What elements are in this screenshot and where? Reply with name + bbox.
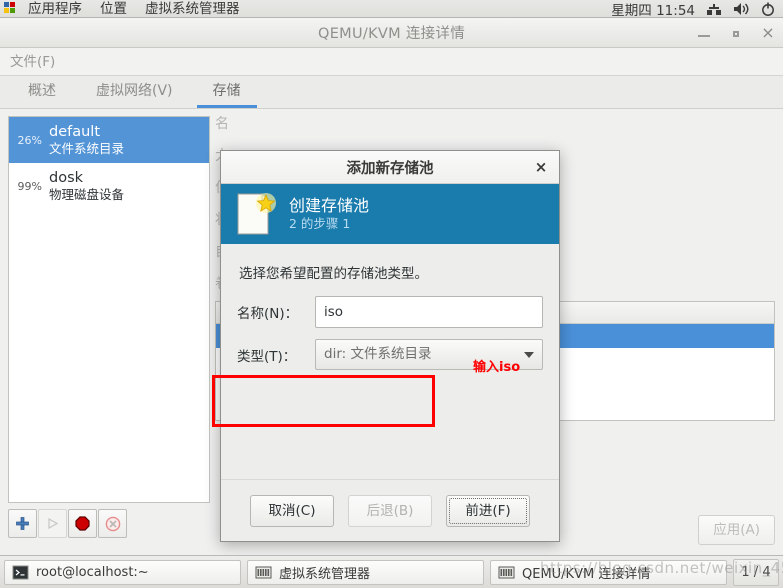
tab-strip: 概述 虚拟网络(V) 存储 <box>0 76 783 109</box>
tab-overview[interactable]: 概述 <box>8 76 76 108</box>
type-label: 类型(T)： <box>237 348 297 365</box>
plus-icon <box>16 517 29 530</box>
dialog-titlebar: 添加新存储池 × <box>221 151 559 184</box>
list-item[interactable]: 99% dosk 物理磁盘设备 <box>9 163 209 209</box>
virt-manager-icon <box>255 566 272 578</box>
window-titlebar: QEMU/KVM 连接详情 × <box>0 18 783 48</box>
window-title: QEMU/KVM 连接详情 <box>317 26 466 42</box>
close-icon[interactable]: × <box>761 25 775 41</box>
dialog-body: 选择您希望配置的存储池类型。 名称(N)： iso 类型(T)： dir: 文件… <box>212 244 559 508</box>
connection-details-window: QEMU/KVM 连接详情 × 文件(F) 概述 虚拟网络(V) 存储 26% <box>0 18 783 555</box>
taskbar-item-terminal[interactable]: root@localhost:~ <box>4 559 241 585</box>
storage-tab-panel: 26% default 文件系统目录 99% dosk 物理磁盘设备 名 应用(… <box>0 109 783 555</box>
tab-storage[interactable]: 存储 <box>193 76 261 108</box>
maximize-icon[interactable] <box>729 26 743 40</box>
name-input[interactable]: iso <box>315 296 543 328</box>
play-icon <box>48 517 59 530</box>
pool-type: 物理磁盘设备 <box>49 187 125 203</box>
dialog-banner-text: 创建存储池 2 的步骤 1 <box>289 196 369 232</box>
dialog-close-icon[interactable]: × <box>533 159 549 175</box>
dialog-banner: 创建存储池 2 的步骤 1 <box>221 184 559 244</box>
top-panel-menu-applications[interactable]: 应用程序 <box>19 0 91 17</box>
top-panel-status-area: 星期四 11:54 <box>611 0 783 18</box>
screen: 应用程序 位置 虚拟系统管理器 星期四 11:54 QEMU/KVM 连接详情 <box>0 0 783 588</box>
top-panel-menu-places[interactable]: 位置 <box>91 0 136 17</box>
minimize-icon[interactable] <box>697 26 711 40</box>
pool-usage-percent: 26% <box>17 133 42 147</box>
forward-button[interactable]: 前进(F) <box>446 494 530 527</box>
stop-icon <box>75 516 90 531</box>
workspace-switcher[interactable]: 1 / 4 <box>733 558 779 586</box>
back-button: 后退(B) <box>348 494 432 527</box>
annotation-highlight-box <box>212 375 435 427</box>
dialog-banner-heading: 创建存储池 <box>289 196 370 216</box>
top-panel-menus: 应用程序 位置 虚拟系统管理器 <box>0 0 249 17</box>
dialog-title: 添加新存储池 <box>346 160 434 177</box>
type-select-value: dir: 文件系统目录 <box>324 346 432 362</box>
add-storage-pool-dialog: 添加新存储池 × 创建存储池 2 的步骤 1 选择您希望配置的存储池类型。 名称… <box>212 150 560 542</box>
delete-icon <box>105 516 120 531</box>
dialog-prompt: 选择您希望配置的存储池类型。 <box>239 266 428 282</box>
list-item[interactable]: 26% default 文件系统目录 <box>9 117 209 163</box>
taskbar-item-virt-manager[interactable]: 虚拟系统管理器 <box>247 559 484 585</box>
virt-manager-icon <box>498 566 515 578</box>
window-content: 概述 虚拟网络(V) 存储 26% default 文件系统目录 99% dos… <box>0 76 783 555</box>
delete-pool-button[interactable] <box>98 509 127 538</box>
dialog-button-bar: 取消(C) 后退(B) 前进(F) <box>221 479 559 541</box>
dialog-banner-subheading: 2 的步骤 1 <box>289 216 351 232</box>
terminal-icon <box>12 565 29 579</box>
new-pool-icon <box>237 192 276 235</box>
applications-logo-icon <box>4 2 17 15</box>
name-label: 名称(N)： <box>237 306 299 322</box>
menubar: 文件(F) <box>0 48 783 76</box>
cancel-button[interactable]: 取消(C) <box>250 494 334 527</box>
tab-virtual-networks[interactable]: 虚拟网络(V) <box>76 76 193 108</box>
menu-file[interactable]: 文件(F) <box>0 48 65 76</box>
network-icon[interactable] <box>706 2 722 16</box>
top-panel-menu-virt-manager[interactable]: 虚拟系统管理器 <box>136 0 249 17</box>
stop-pool-button[interactable] <box>68 509 97 538</box>
pool-usage-percent: 99% <box>17 179 42 193</box>
apply-button: 应用(A) <box>698 515 775 545</box>
pool-labels: default 文件系统目录 <box>49 124 124 156</box>
apply-bar: 应用(A) <box>698 515 775 545</box>
taskbar-item-label: root@localhost:~ <box>36 564 149 580</box>
name-field-row: 名称(N)： iso <box>237 296 543 328</box>
pool-labels: dosk 物理磁盘设备 <box>49 170 124 202</box>
pool-name: default <box>49 123 101 140</box>
taskbar-item-label: QEMU/KVM 连接详情 <box>522 566 651 582</box>
chevron-down-icon <box>524 351 534 358</box>
pool-type: 文件系统目录 <box>49 141 125 157</box>
pool-toolbar <box>8 509 127 538</box>
volume-icon[interactable] <box>733 2 749 16</box>
taskbar: root@localhost:~ 虚拟系统管理器 QEMU/KVM 连接详情 1… <box>0 555 783 588</box>
clock[interactable]: 星期四 11:54 <box>611 0 695 18</box>
taskbar-item-label: 虚拟系统管理器 <box>279 566 371 582</box>
start-pool-button <box>38 509 67 538</box>
add-pool-button[interactable] <box>8 509 37 538</box>
annotation-text: 输入iso <box>473 360 521 375</box>
taskbar-item-connection-details[interactable]: QEMU/KVM 连接详情 <box>490 559 727 585</box>
power-icon[interactable] <box>760 2 776 16</box>
detail-label-name: 名 <box>215 116 229 132</box>
pool-name: dosk <box>49 169 84 186</box>
window-controls: × <box>697 18 775 48</box>
storage-pool-list[interactable]: 26% default 文件系统目录 99% dosk 物理磁盘设备 <box>8 116 210 503</box>
gnome-top-panel: 应用程序 位置 虚拟系统管理器 星期四 11:54 <box>0 0 783 18</box>
